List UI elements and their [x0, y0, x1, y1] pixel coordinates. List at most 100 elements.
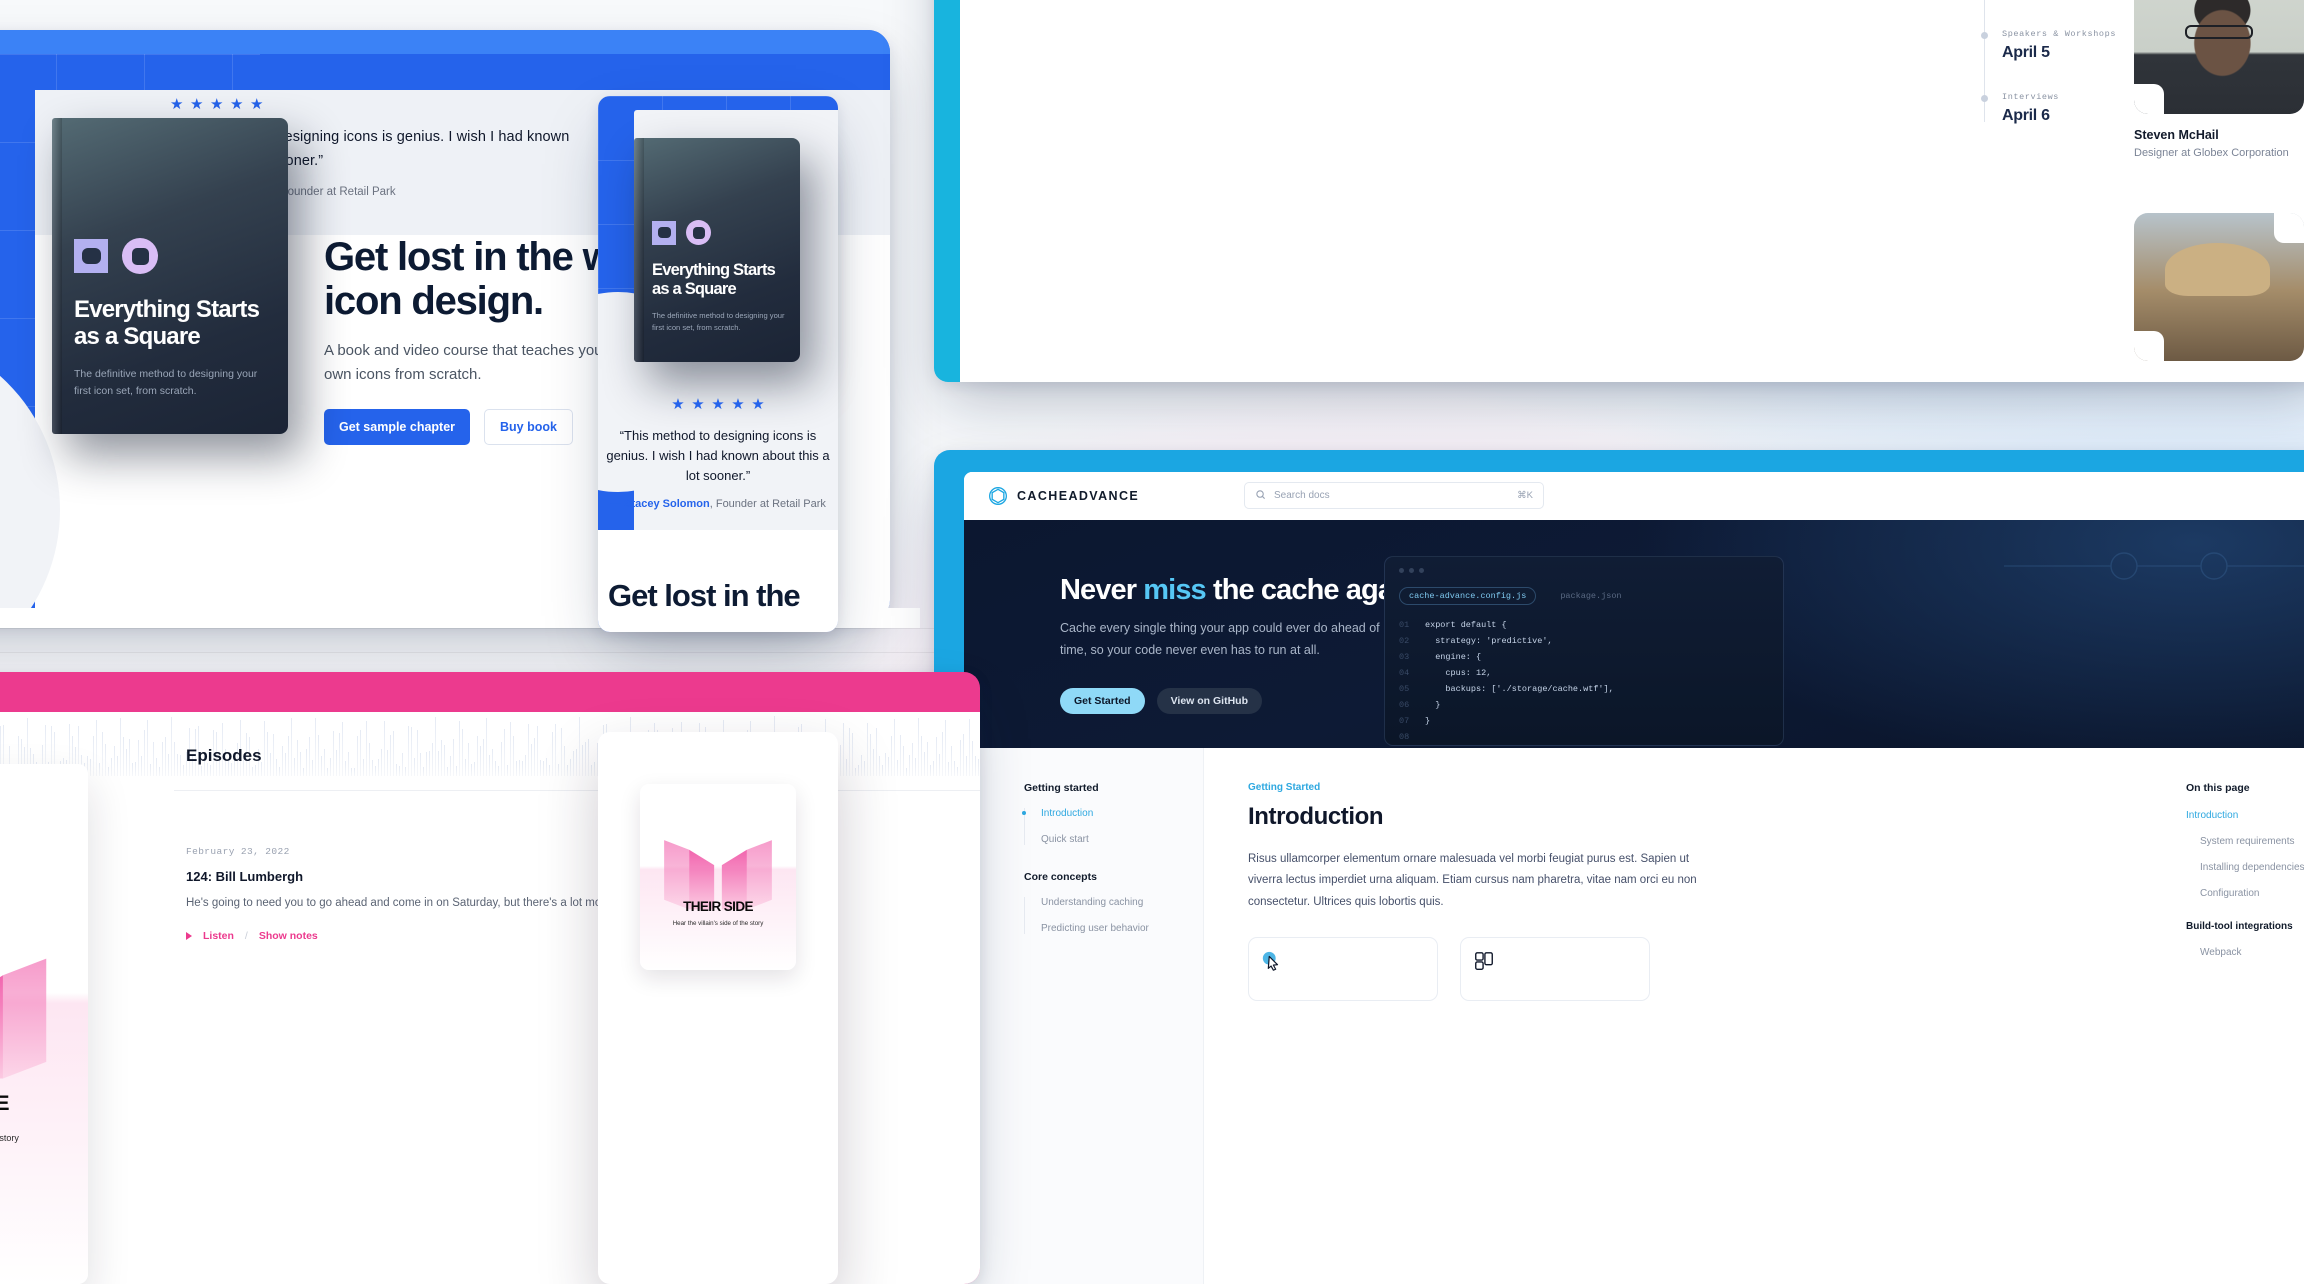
sidebar-item-understanding-caching[interactable]: Understanding caching [1041, 897, 1203, 908]
star-icon: ★ [170, 96, 184, 113]
code-lines: 01 export default { 02 strategy: 'predict… [1399, 620, 1614, 742]
speaker-card[interactable] [2134, 213, 2304, 361]
card-quickstart[interactable] [1248, 936, 1438, 1001]
toc-heading-build-tool-integrations: Build-tool integrations [2186, 921, 2293, 932]
podcast-mobile-card: THEIR SIDE Hear the villain's side of th… [598, 732, 838, 1284]
mobile-testimonial: ★ ★ ★ ★ ★ “This method to designing icon… [606, 396, 830, 510]
star-icon: ★ [731, 396, 745, 413]
book-cover-small: Everything Starts as a Square The defini… [634, 138, 800, 362]
book-cover-title: Everything Starts as a Square [74, 296, 260, 351]
cube-icon [988, 486, 1008, 506]
timeline-item-interviews[interactable]: Interviews April 6 [1980, 92, 2140, 125]
testimonial-author-mobile: — Stacey Solomon [610, 498, 710, 511]
search-shortcut-badge: ⌘K [1517, 490, 1533, 501]
star-icon: ★ [711, 396, 725, 413]
book-cover-icons [74, 238, 268, 274]
card-components[interactable] [1460, 936, 1650, 1001]
star-icon: ★ [751, 396, 765, 413]
artwork-title: THEIR SIDE [0, 1091, 10, 1115]
docs-body: Getting started Introduction Quick start… [964, 748, 2304, 1284]
timeline-dot-icon [1981, 32, 1988, 39]
toc-heading: On this page [2186, 782, 2250, 794]
book-cover-large: Everything Starts as a Square The defini… [52, 118, 288, 434]
star-icon: ★ [691, 396, 705, 413]
cacheadvance-docs-panel: CACHEADVANCE Search docs ⌘K Never miss t… [934, 450, 2304, 1284]
toc-item-introduction[interactable]: Introduction [2186, 810, 2304, 821]
listen-link[interactable]: Listen [203, 930, 234, 942]
timeline-date: April 6 [2002, 107, 2050, 124]
timeline-date: April 5 [2002, 44, 2050, 61]
podcast-artwork-mobile: THEIR SIDE Hear the villain's side of th… [640, 784, 796, 970]
hero-subtext: Cache every single thing your app could … [1060, 621, 1380, 657]
sidebar-item-predicting-user-behavior[interactable]: Predicting user behavior [1041, 923, 1203, 934]
docs-hero: Never miss the cache again. Cache every … [964, 520, 2304, 748]
star-icon: ★ [230, 96, 244, 113]
square-icon [652, 220, 676, 245]
book-cover-content: Everything Starts as a Square The defini… [74, 238, 268, 400]
toc-list: Introduction System requirements Install… [2186, 810, 2304, 958]
article-title: Introduction [1248, 803, 1384, 830]
testimonial-attribution-mobile: — Stacey Solomon, Founder at Retail Park [606, 498, 830, 510]
hero-decoration [2004, 552, 2304, 580]
toc-item-webpack[interactable]: Webpack [2186, 947, 2304, 958]
artwork-subtitle: Hear the villain's side of the story [0, 1133, 19, 1144]
brand-logo[interactable]: CACHEADVANCE [988, 486, 1139, 506]
sidebar-group-core-concepts: Understanding caching Predicting user be… [1024, 897, 1203, 934]
circle-icon [122, 238, 158, 274]
testimonial-text-mobile: “This method to designing icons is geniu… [606, 428, 830, 484]
episodes-divider [174, 790, 980, 791]
tab-package-json[interactable]: package.json [1550, 587, 1631, 605]
timeline-item-speakers-workshops[interactable]: Speakers & Workshops April 5 [1980, 29, 2140, 62]
schedule-timeline: Opening Day April 4 Speakers & Workshops… [1980, 0, 2140, 155]
testimonial-role-mobile: , Founder at Retail Park [709, 498, 826, 511]
speaker-card[interactable]: Steven McHail Designer at Globex Corpora… [2134, 0, 2304, 159]
timeline-label: Speakers & Workshops [2002, 29, 2117, 39]
artwork-title-mobile: THEIR SIDE [683, 899, 753, 915]
get-sample-chapter-button[interactable]: Get sample chapter [324, 409, 471, 446]
search-input[interactable]: Search docs ⌘K [1244, 482, 1544, 509]
toc-item-configuration[interactable]: Configuration [2186, 888, 2304, 899]
star-icon: ★ [190, 96, 204, 113]
timeline-label: Interviews [2002, 92, 2060, 102]
get-started-button[interactable]: Get Started [1060, 688, 1145, 714]
book-cover-icons-small [652, 220, 786, 245]
tab-config-file[interactable]: cache-advance.config.js [1399, 587, 1537, 605]
toc-item-system-requirements[interactable]: System requirements [2186, 836, 2304, 847]
buy-book-button[interactable]: Buy book [484, 409, 573, 446]
docs-article: Getting Started Introduction Risus ullam… [1204, 748, 2174, 1284]
square-icon [74, 239, 108, 273]
link-separator: / [244, 929, 248, 942]
speaker-name: Steven McHail [2134, 128, 2219, 142]
circle-icon [686, 220, 711, 245]
speakers-content: Speakers Mattis nec turpis mauris faucib… [960, 0, 2304, 382]
artwork-subtitle-mobile: Hear the villain's side of the story [672, 919, 764, 927]
search-icon [1255, 487, 1266, 505]
docs-table-of-contents: On this page Introduction System require… [2174, 748, 2304, 1284]
rating-stars-mobile: ★ ★ ★ ★ ★ [606, 396, 830, 413]
book-cover-content-small: Everything Starts as a Square The defini… [652, 220, 786, 335]
article-eyebrow: Getting Started [1248, 782, 1321, 793]
mobile-headline: Get lost in the [608, 578, 801, 613]
view-on-github-button[interactable]: View on GitHub [1156, 688, 1263, 714]
toc-item-installing-dependencies[interactable]: Installing dependencies [2186, 862, 2304, 873]
sidebar-item-introduction[interactable]: Introduction [1022, 808, 1203, 819]
speakers-grid: Steven McHail Designer at Globex Corpora… [2134, 0, 2304, 361]
play-icon [186, 931, 192, 940]
show-notes-link[interactable]: Show notes [259, 930, 318, 942]
sidebar-heading-getting-started: Getting started [1024, 782, 1099, 794]
cursor-icon [1262, 951, 1279, 971]
hero-cta-row: Get Started View on GitHub [1060, 688, 1263, 714]
article-link-cards [1248, 936, 2174, 1001]
podcast-artwork-inner: THEIR SIDE Hear the villain's side of th… [640, 784, 796, 970]
testimonial-role: , Founder at Retail Park [274, 185, 396, 198]
book-cover-subtitle-small: The definitive method to designing your … [652, 311, 785, 333]
sidebar-item-quick-start[interactable]: Quick start [1041, 834, 1203, 845]
waveform-decoration-mobile [598, 732, 838, 788]
window-dots-icon [1399, 568, 1424, 573]
cacheadvance-content: CACHEADVANCE Search docs ⌘K Never miss t… [964, 472, 2304, 1284]
timeline-dot-icon [1981, 95, 1988, 102]
code-tabs: cache-advance.config.js package.json [1399, 587, 1632, 605]
article-body: Risus ullamcorper elementum ornare males… [1248, 853, 1697, 908]
star-icon: ★ [210, 96, 224, 113]
podcast-artwork: THEIR SIDE Hear the villain's side of th… [0, 764, 88, 1284]
